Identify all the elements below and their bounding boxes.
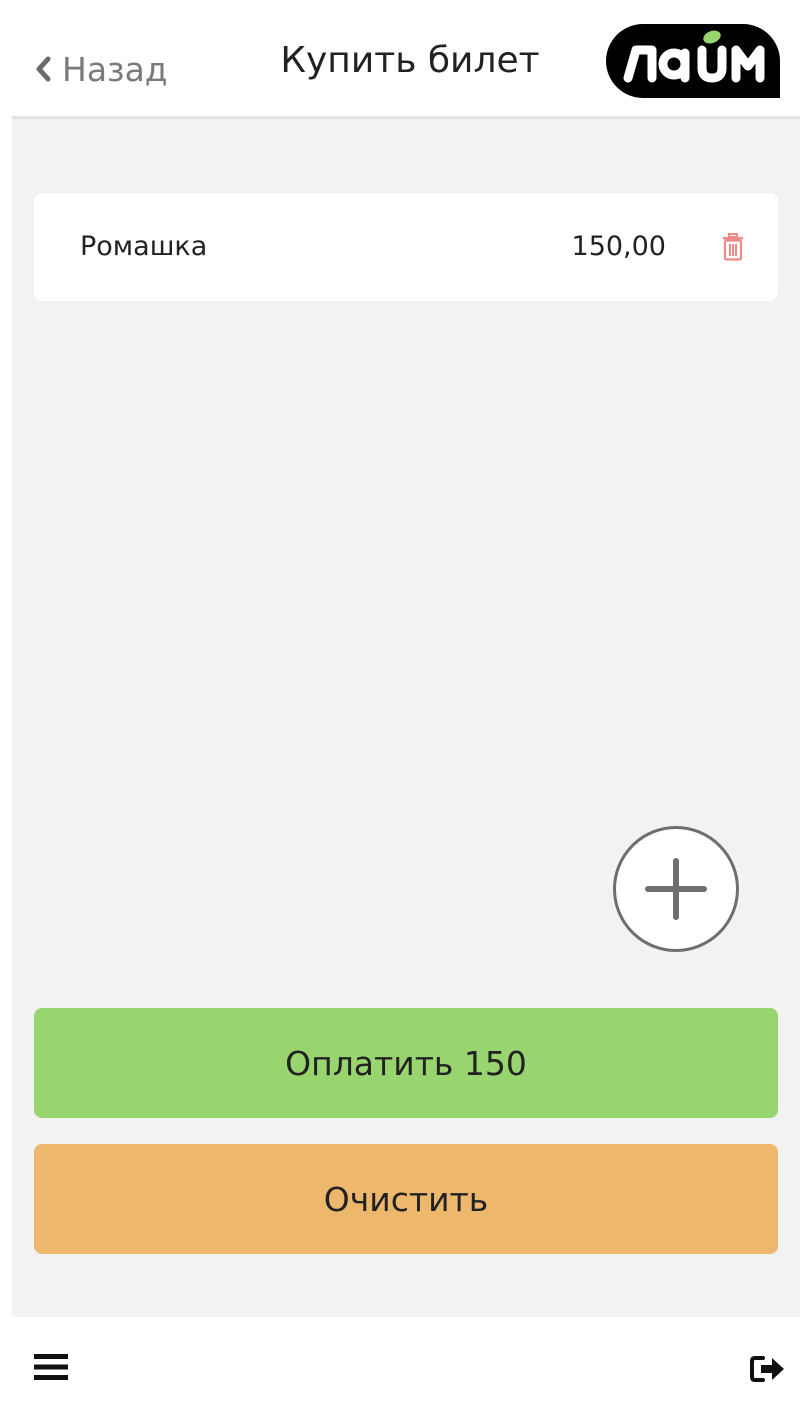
chevron-left-icon (34, 55, 52, 83)
cart-item: Ромашка 150,00 (34, 193, 778, 301)
back-label: Назад (62, 49, 168, 89)
cart-item-name: Ромашка (80, 231, 208, 262)
add-item-button[interactable] (613, 826, 739, 952)
main-content: Ромашка 150,00 Оплатить 150 Очистить (12, 119, 800, 1317)
bottom-bar (0, 1317, 800, 1420)
lime-logo (606, 24, 780, 98)
logout-icon[interactable] (750, 1355, 786, 1383)
header: Назад Купить билет (0, 0, 800, 118)
trash-icon[interactable] (722, 233, 744, 261)
plus-icon (645, 858, 707, 920)
back-button[interactable]: Назад (34, 44, 168, 94)
hamburger-menu-icon[interactable] (34, 1353, 68, 1381)
page-title: Купить билет (280, 40, 540, 81)
cart-item-price: 150,00 (571, 231, 666, 262)
pay-button[interactable]: Оплатить 150 (34, 1008, 778, 1118)
app-root: Назад Купить билет Ромашка 150,00 Оплати… (0, 0, 800, 1420)
clear-button[interactable]: Очистить (34, 1144, 778, 1254)
